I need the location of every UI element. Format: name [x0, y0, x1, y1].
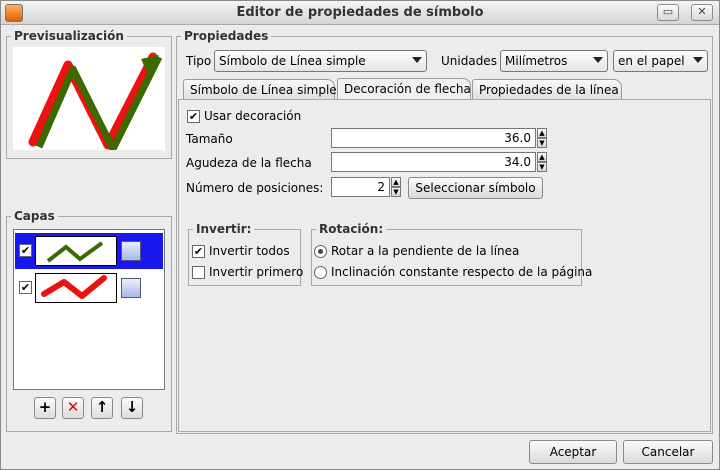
- positions-spinner[interactable]: ▲ ▼: [391, 177, 401, 197]
- symbol-editor-window: Editor de propiedades de símbolo ▭ ✕ Pre…: [0, 0, 720, 470]
- tab-arrow-decoration[interactable]: Decoración de flecha: [337, 78, 471, 100]
- add-layer-button[interactable]: +: [34, 397, 56, 419]
- invert-first-label: Invertir primero: [209, 265, 304, 279]
- chevron-down-icon: [593, 57, 603, 63]
- invert-all-checkbox[interactable]: ✔: [192, 245, 205, 258]
- type-select[interactable]: Símbolo de Línea simple: [214, 50, 427, 72]
- units-select[interactable]: Milímetros: [500, 50, 608, 72]
- lock-icon[interactable]: [121, 278, 141, 298]
- minimize-button[interactable]: ▭: [657, 4, 679, 21]
- properties-legend: Propiedades: [184, 29, 269, 43]
- title-bar: Editor de propiedades de símbolo ▭ ✕: [1, 1, 719, 25]
- constant-angle-radio[interactable]: [314, 266, 327, 279]
- layer-visible-checkbox[interactable]: ✔: [19, 244, 32, 257]
- type-select-value: Símbolo de Línea simple: [219, 54, 366, 68]
- symbol-preview: [13, 47, 165, 153]
- chevron-down-icon: [693, 57, 703, 63]
- type-label: Tipo: [186, 54, 212, 68]
- lock-icon[interactable]: [121, 241, 141, 261]
- units-select-value: Milímetros: [505, 54, 568, 68]
- invert-first-checkbox[interactable]: [192, 266, 205, 279]
- tab-simple-line[interactable]: Símbolo de Línea simple: [183, 79, 337, 100]
- constant-angle-label: Inclinación constante respecto de la pág…: [331, 265, 593, 279]
- layer-row[interactable]: ✔: [15, 233, 163, 269]
- layers-list[interactable]: ✔ ✔: [13, 229, 165, 390]
- size-label: Tamaño: [186, 132, 233, 146]
- layers-legend: Capas: [14, 209, 55, 223]
- invert-legend: Invertir:: [196, 222, 252, 236]
- preview-graphic: [28, 52, 163, 153]
- accept-button[interactable]: Aceptar: [529, 440, 617, 464]
- window-title: Editor de propiedades de símbolo: [236, 5, 484, 20]
- positions-label: Número de posiciones:: [186, 181, 324, 195]
- rotate-slope-radio[interactable]: [314, 245, 327, 258]
- positions-input[interactable]: 2: [331, 177, 390, 197]
- rotation-legend: Rotación:: [319, 222, 384, 236]
- move-up-button[interactable]: ↑: [91, 397, 113, 419]
- close-button[interactable]: ✕: [691, 4, 713, 21]
- tab-line-properties[interactable]: Propiedades de la línea: [472, 79, 622, 100]
- sharpness-spinner[interactable]: ▲ ▼: [537, 152, 547, 172]
- layer-thumbnail: [35, 236, 117, 266]
- chevron-down-icon: [412, 57, 422, 63]
- layer-row[interactable]: ✔: [15, 270, 163, 306]
- cancel-button[interactable]: Cancelar: [623, 440, 713, 464]
- sharpness-input[interactable]: 34.0: [331, 152, 536, 172]
- size-spinner[interactable]: ▲ ▼: [537, 128, 547, 148]
- size-input[interactable]: 36.0: [331, 128, 536, 148]
- remove-layer-button[interactable]: ✕: [62, 397, 84, 419]
- use-decoration-checkbox[interactable]: ✔: [187, 110, 200, 123]
- rotate-slope-label: Rotar a la pendiente de la línea: [331, 244, 520, 258]
- preview-legend: Previsualización: [14, 29, 124, 43]
- reference-select[interactable]: en el papel: [613, 50, 708, 72]
- move-down-button[interactable]: ↓: [121, 397, 143, 419]
- sharpness-label: Agudeza de la flecha: [186, 156, 312, 170]
- reference-select-value: en el papel: [618, 54, 685, 68]
- layer-thumbnail: [35, 273, 117, 303]
- layer-visible-checkbox[interactable]: ✔: [19, 281, 32, 294]
- use-decoration-label: Usar decoración: [204, 109, 302, 123]
- units-label: Unidades: [441, 54, 497, 68]
- select-symbol-button[interactable]: Seleccionar símbolo: [408, 177, 543, 199]
- invert-all-label: Invertir todos: [209, 244, 290, 258]
